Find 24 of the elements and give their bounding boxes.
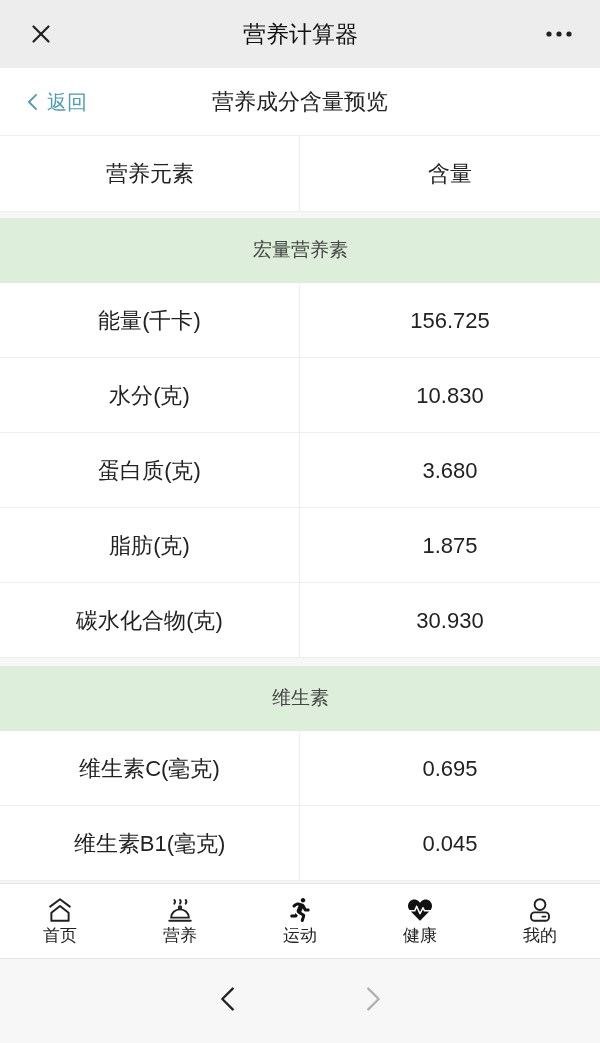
more-icon	[546, 31, 572, 37]
column-header: 营养元素	[0, 136, 300, 212]
section-header: 维生素	[0, 666, 600, 731]
table-cell: 0.045	[300, 806, 600, 881]
tab-bar-item[interactable]: 我的	[480, 884, 600, 958]
serving-dish-icon	[168, 898, 192, 922]
heart-pulse-icon	[408, 898, 432, 922]
chevron-right-icon	[366, 987, 380, 1011]
tab-bar-item[interactable]: 运动	[240, 884, 360, 958]
person-icon	[529, 898, 551, 922]
tab-bar-item[interactable]: 首页	[0, 884, 120, 958]
chevron-left-icon	[28, 94, 37, 110]
page-title: 营养成分含量预览	[212, 90, 388, 113]
table-cell: 碳水化合物(克)	[0, 583, 300, 658]
section-header: 宏量营养素	[0, 218, 600, 283]
home-icon	[48, 898, 72, 922]
tab-bar-item[interactable]: 健康	[360, 884, 480, 958]
window-title: 营养计算器	[242, 22, 358, 46]
tab-bar-item[interactable]: 营养	[120, 884, 240, 958]
table-cell: 维生素B1(毫克)	[0, 806, 300, 881]
running-person-icon	[288, 898, 312, 922]
table-cell: 30.930	[300, 583, 600, 658]
chevron-left-icon	[220, 987, 234, 1011]
column-header: 含量	[300, 136, 600, 212]
